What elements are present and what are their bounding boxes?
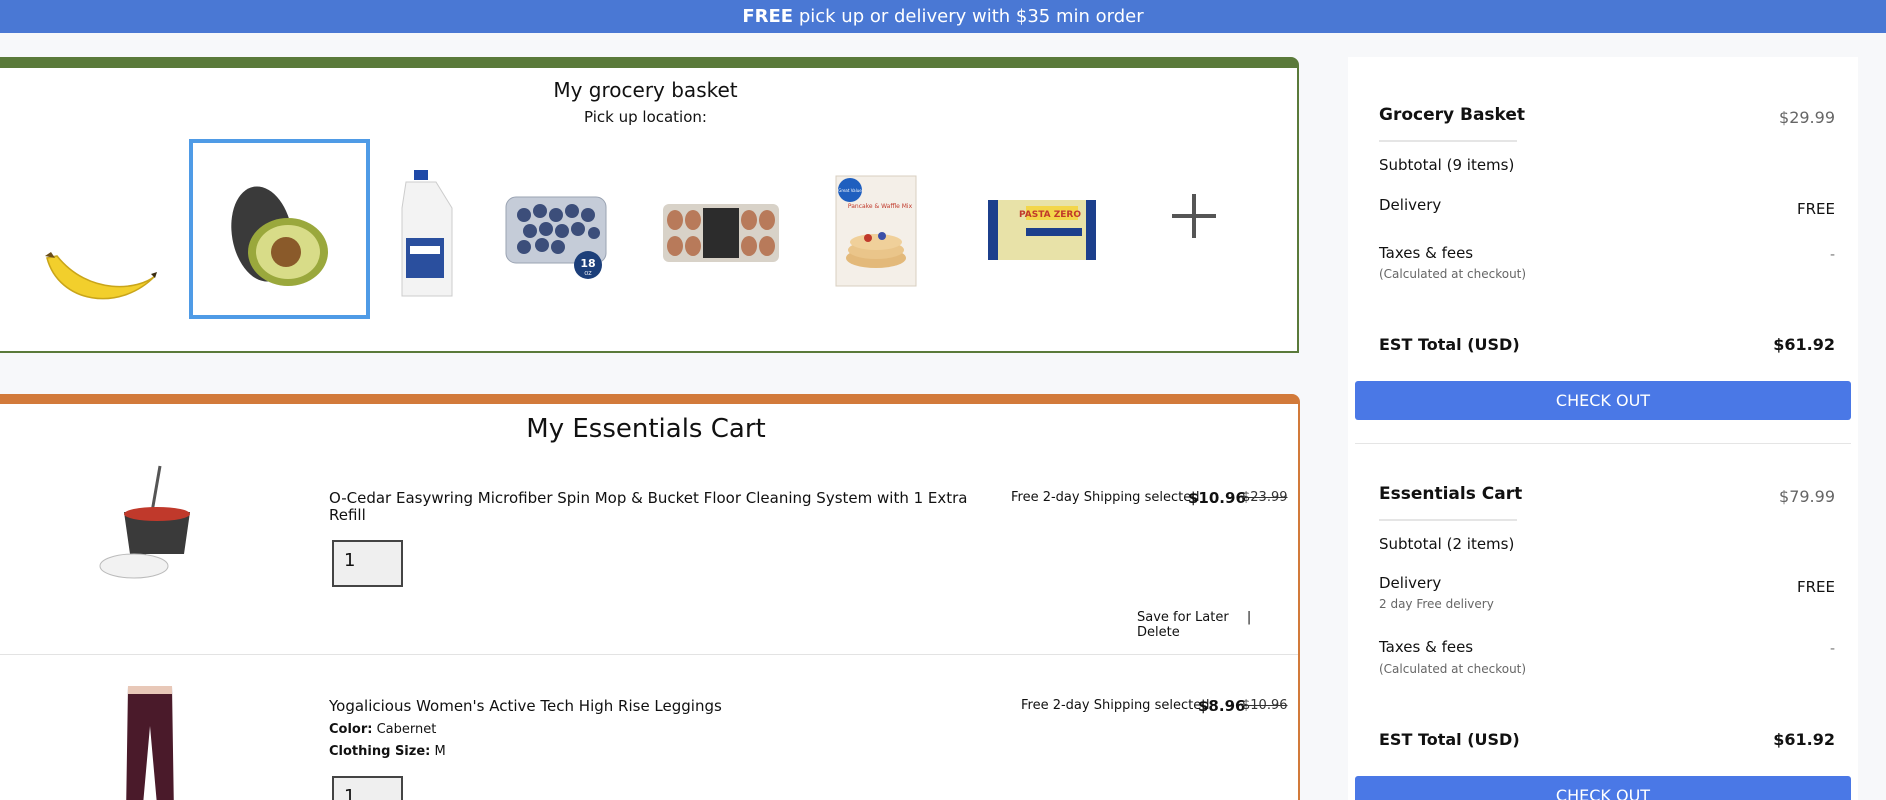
pancake-brand: Great Value: [838, 188, 862, 193]
grocery-item-pasta-zero[interactable]: PASTA ZERO: [986, 198, 1098, 262]
item-divider: [0, 654, 1298, 655]
promo-text: pick up or delivery with $35 min order: [793, 6, 1144, 27]
grocery-delivery-label: Delivery: [1379, 196, 1442, 214]
grocery-checkout-button[interactable]: CHECK OUT: [1355, 381, 1851, 420]
essentials-cart: My Essentials Cart O-Cedar Easywring Mic…: [0, 394, 1300, 800]
summary-divider: [1355, 443, 1851, 444]
mop-image: [99, 465, 190, 579]
essentials-taxes-label: Taxes & fees: [1379, 638, 1474, 656]
action-separator: |: [1246, 610, 1252, 625]
essentials-delivery-value: FREE: [1796, 578, 1835, 596]
product-name[interactable]: Yogalicious Women's Active Tech High Ris…: [329, 698, 969, 715]
blueberries-image: 18 OZ: [505, 196, 607, 279]
shipping-status: Free 2-day Shipping selected: [1021, 698, 1210, 713]
eggs-image: [663, 204, 779, 262]
product-color: Color: Cabernet: [329, 722, 436, 737]
product-name[interactable]: O-Cedar Easywring Microfiber Spin Mop & …: [329, 490, 969, 524]
essentials-summary-amount: $79.99: [1779, 487, 1835, 506]
avocado-image: [230, 186, 328, 286]
essentials-delivery-note: 2 day Free delivery: [1379, 597, 1494, 611]
product-size: Clothing Size: M: [329, 744, 446, 759]
grocery-subtotal: Subtotal (9 items): [1379, 156, 1515, 174]
grocery-item-avocado[interactable]: [189, 139, 370, 319]
promo-bold: FREE: [742, 6, 794, 27]
product-old-price: $23.99: [1242, 490, 1288, 505]
add-item-icon[interactable]: [1172, 194, 1216, 238]
quantity-input[interactable]: 1: [332, 540, 403, 587]
quantity-input[interactable]: 1: [332, 776, 403, 800]
product-old-price: $10.96: [1242, 698, 1288, 713]
blueberries-badge-unit: OZ: [584, 271, 592, 277]
size-value: M: [434, 744, 446, 759]
essentials-total-label: EST Total (USD): [1379, 730, 1520, 749]
pasta-zero-image: PASTA ZERO: [988, 200, 1096, 260]
grocery-taxes-label: Taxes & fees: [1379, 244, 1474, 262]
essentials-checkout-button[interactable]: CHECK OUT: [1355, 776, 1851, 800]
grocery-total-value: $61.92: [1773, 335, 1835, 354]
title-underline: [1379, 519, 1517, 521]
essentials-subtotal: Subtotal (2 items): [1379, 535, 1515, 553]
promo-banner: FREE pick up or delivery with $35 min or…: [0, 0, 1886, 33]
grocery-taxes-note: (Calculated at checkout): [1379, 267, 1527, 281]
grocery-item-eggs[interactable]: [661, 198, 781, 268]
grocery-total-label: EST Total (USD): [1379, 335, 1520, 354]
color-label: Color:: [329, 722, 373, 737]
grocery-item-banana[interactable]: [39, 228, 161, 318]
grocery-delivery-value: FREE: [1796, 200, 1835, 218]
essentials-total-value: $61.92: [1773, 730, 1835, 749]
grocery-basket: My grocery basket Pick up location: 18 O…: [0, 57, 1299, 353]
essentials-title: My Essentials Cart: [526, 414, 766, 444]
essentials-delivery-label: Delivery: [1379, 574, 1442, 592]
product-price: $10.96: [1188, 489, 1246, 507]
grocery-item-milk[interactable]: [394, 168, 464, 303]
grocery-summary-title: Grocery Basket: [1379, 105, 1526, 125]
grocery-item-blueberries[interactable]: 18 OZ: [502, 183, 612, 283]
pancake-mix-image: Great Value Pancake & Waffle Mix: [835, 175, 917, 287]
pasta-label: PASTA ZERO: [1019, 210, 1081, 220]
essentials-taxes-value: -: [1829, 641, 1835, 657]
color-value: Cabernet: [376, 722, 437, 737]
pickup-location-label: Pick up location:: [584, 108, 707, 126]
item-actions: Save for Later | Delete: [1137, 610, 1298, 640]
order-summary: Grocery Basket $29.99 Subtotal (9 items)…: [1348, 57, 1858, 800]
save-for-later-link[interactable]: Save for Later: [1137, 610, 1229, 625]
title-underline: [1379, 140, 1517, 142]
delete-link[interactable]: Delete: [1137, 625, 1180, 640]
banana-image: [45, 252, 157, 300]
pancake-label: Pancake & Waffle Mix: [848, 203, 913, 210]
essentials-summary-title: Essentials Cart: [1379, 484, 1523, 504]
essentials-taxes-note: (Calculated at checkout): [1379, 662, 1527, 676]
leggings-image: [126, 686, 174, 800]
size-label: Clothing Size:: [329, 744, 431, 759]
grocery-title: My grocery basket: [553, 78, 738, 102]
shipping-status: Free 2-day Shipping selected: [1011, 490, 1200, 505]
grocery-item-pancake-mix[interactable]: Great Value Pancake & Waffle Mix: [832, 172, 920, 290]
grocery-summary-amount: $29.99: [1779, 108, 1835, 127]
blueberries-badge: 18: [580, 257, 595, 270]
product-price: $8.96: [1198, 697, 1246, 715]
grocery-taxes-value: -: [1829, 247, 1835, 263]
milk-image: [401, 170, 453, 297]
